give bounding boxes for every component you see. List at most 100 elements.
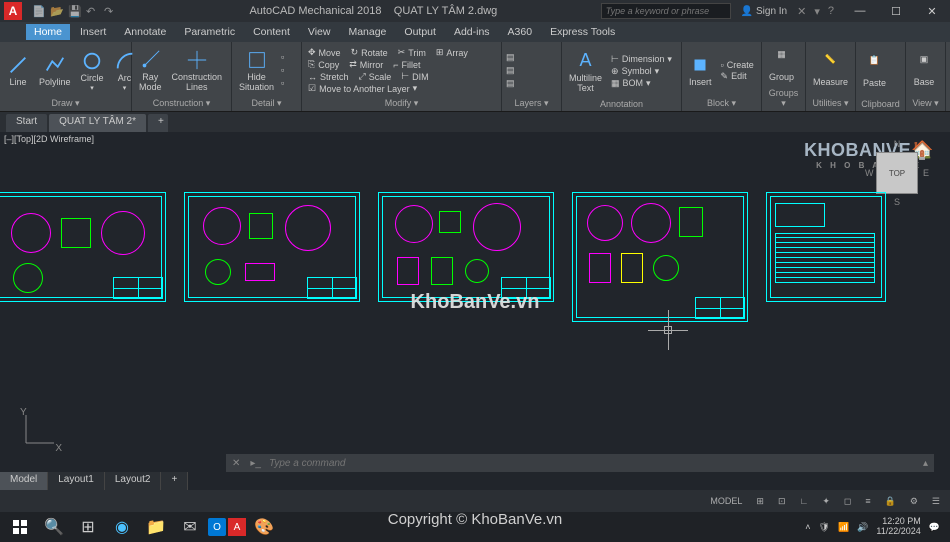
command-input[interactable]: [265, 458, 917, 469]
layout-tab-new[interactable]: +: [161, 472, 188, 490]
ray-mode-button[interactable]: Ray Mode: [136, 47, 165, 94]
stretch-button[interactable]: ↔ Stretch: [306, 71, 351, 82]
detail-icon-3[interactable]: ▫: [281, 78, 293, 90]
dimension-button[interactable]: ⊢ Dimension ▾: [609, 54, 674, 65]
paint-icon[interactable]: 🎨: [248, 514, 280, 540]
layout-tab-1[interactable]: Layout1: [48, 472, 105, 490]
status-ortho-icon[interactable]: ∟: [796, 494, 813, 508]
tab-parametric[interactable]: Parametric: [176, 24, 243, 40]
sheet-4[interactable]: [572, 192, 748, 322]
tray-chevron-icon[interactable]: ˄: [805, 522, 810, 532]
panel-draw-label[interactable]: Draw ▾: [4, 97, 127, 109]
trim-button[interactable]: ✂ Trim: [396, 47, 428, 58]
sheet-1[interactable]: [0, 192, 166, 302]
panel-clipboard-label[interactable]: Clipboard: [860, 98, 901, 109]
file-tab-start[interactable]: Start: [6, 114, 47, 132]
search-button[interactable]: 🔍: [38, 514, 70, 540]
panel-construction-label[interactable]: Construction ▾: [136, 97, 227, 109]
minimize-button[interactable]: —: [842, 0, 878, 22]
circle-button[interactable]: Circle▾: [78, 48, 107, 94]
group-button[interactable]: ▦Group: [766, 47, 797, 84]
layout-tab-model[interactable]: Model: [0, 472, 48, 490]
qat-undo-icon[interactable]: ↶: [86, 5, 98, 17]
status-model[interactable]: MODEL: [706, 494, 746, 508]
help-search-input[interactable]: [601, 3, 731, 19]
tab-insert[interactable]: Insert: [72, 24, 114, 40]
paste-button[interactable]: 📋Paste: [860, 53, 889, 90]
help-dropdown-icon[interactable]: ▾: [814, 5, 820, 18]
multiline-text-button[interactable]: AMultiline Text: [566, 48, 605, 95]
tab-content[interactable]: Content: [245, 24, 298, 40]
panel-layers-label[interactable]: Layers ▾: [506, 97, 557, 109]
tray-volume-icon[interactable]: 🔊: [857, 522, 868, 533]
symbol-button[interactable]: ⊕ Symbol ▾: [609, 66, 674, 77]
status-workspace-icon[interactable]: ⚙: [906, 494, 922, 509]
layout-tab-2[interactable]: Layout2: [105, 472, 162, 490]
copy-button[interactable]: ⎘ Copy: [306, 59, 341, 70]
qat-save-icon[interactable]: 💾: [68, 5, 80, 17]
cmdline-close-icon[interactable]: ✕: [226, 458, 246, 469]
exchange-icon[interactable]: ✕: [797, 5, 806, 18]
create-block-button[interactable]: ▫ Create: [719, 60, 756, 70]
mirror-button[interactable]: ⇄ Mirror: [347, 59, 385, 70]
scale-button[interactable]: ⤢ Scale: [357, 71, 394, 82]
viewport-label[interactable]: [–][Top][2D Wireframe]: [4, 134, 94, 144]
cmdline-expand-icon[interactable]: ▴: [917, 458, 934, 469]
layer-icon-1[interactable]: ▤: [506, 52, 518, 64]
tab-view[interactable]: View: [300, 24, 339, 40]
panel-utilities-label[interactable]: Utilities ▾: [810, 97, 851, 109]
status-anno-icon[interactable]: 🔒: [881, 494, 900, 509]
sheet-5[interactable]: [766, 192, 886, 302]
qat-new-icon[interactable]: 📄: [32, 5, 44, 17]
viewcube[interactable]: TOP E W: [876, 152, 918, 194]
status-polar-icon[interactable]: ✦: [818, 494, 834, 509]
maximize-button[interactable]: ☐: [878, 0, 914, 22]
panel-groups-label[interactable]: Groups ▾: [766, 87, 801, 109]
status-grid-icon[interactable]: ⊞: [752, 494, 768, 509]
status-osnap-icon[interactable]: ◻: [840, 494, 855, 509]
tab-express-tools[interactable]: Express Tools: [542, 24, 623, 40]
panel-block-label[interactable]: Block ▾: [686, 97, 757, 109]
command-line[interactable]: ✕ ▸_ ▴: [226, 454, 934, 472]
edit-block-button[interactable]: ✎ Edit: [719, 71, 756, 82]
tray-notifications-icon[interactable]: 💬: [929, 522, 940, 533]
tab-annotate[interactable]: Annotate: [116, 24, 174, 40]
mail-icon[interactable]: ✉: [174, 514, 206, 540]
help-icon[interactable]: ?: [828, 5, 834, 18]
tab-a360[interactable]: A360: [500, 24, 541, 40]
tab-output[interactable]: Output: [396, 24, 444, 40]
qat-open-icon[interactable]: 📂: [50, 5, 62, 17]
file-tab-new[interactable]: +: [148, 114, 168, 132]
start-button[interactable]: [4, 514, 36, 540]
qat-redo-icon[interactable]: ↷: [104, 5, 116, 17]
move-layer-button[interactable]: ☑ Move to Another Layer ▾: [306, 83, 497, 94]
rotate-button[interactable]: ↻ Rotate: [349, 47, 390, 58]
explorer-icon[interactable]: 📁: [140, 514, 172, 540]
layer-icon-3[interactable]: ▤: [506, 78, 518, 90]
dim-button[interactable]: ⊢ DIM: [399, 71, 430, 82]
array-button[interactable]: ⊞ Array: [434, 47, 470, 58]
base-view-button[interactable]: ▣Base: [910, 52, 938, 89]
autocad-taskbar-icon[interactable]: A: [228, 518, 246, 536]
status-custom-icon[interactable]: ☰: [928, 494, 944, 509]
panel-annotation-label[interactable]: Annotation: [566, 98, 677, 109]
outlook-icon[interactable]: O: [208, 518, 226, 536]
line-button[interactable]: Line: [4, 52, 32, 89]
edge-icon[interactable]: ◉: [106, 514, 138, 540]
construction-lines-button[interactable]: Construction Lines: [169, 47, 226, 94]
drawing-canvas[interactable]: [–][Top][2D Wireframe] KHOBANVE🏠 K H O B…: [0, 132, 950, 490]
signin-button[interactable]: 👤 Sign In: [741, 6, 787, 17]
file-tab-active[interactable]: QUAT LY TÂM 2*: [49, 114, 146, 132]
tab-add-ins[interactable]: Add-ins: [446, 24, 498, 40]
panel-detail-label[interactable]: Detail ▾: [236, 97, 297, 109]
layer-icon-2[interactable]: ▤: [506, 65, 518, 77]
panel-modify-label[interactable]: Modify ▾: [306, 97, 497, 109]
status-snap-icon[interactable]: ⊡: [774, 494, 790, 509]
tab-home[interactable]: Home: [26, 24, 70, 40]
panel-view-label[interactable]: View ▾: [910, 97, 941, 109]
bom-button[interactable]: ▦ BOM ▾: [609, 78, 674, 89]
cmdline-history-icon[interactable]: ▸_: [246, 458, 265, 469]
detail-icon-1[interactable]: ▫: [281, 52, 293, 64]
move-button[interactable]: ✥ Move: [306, 47, 343, 58]
tray-shield-icon[interactable]: 🛡: [819, 522, 830, 533]
